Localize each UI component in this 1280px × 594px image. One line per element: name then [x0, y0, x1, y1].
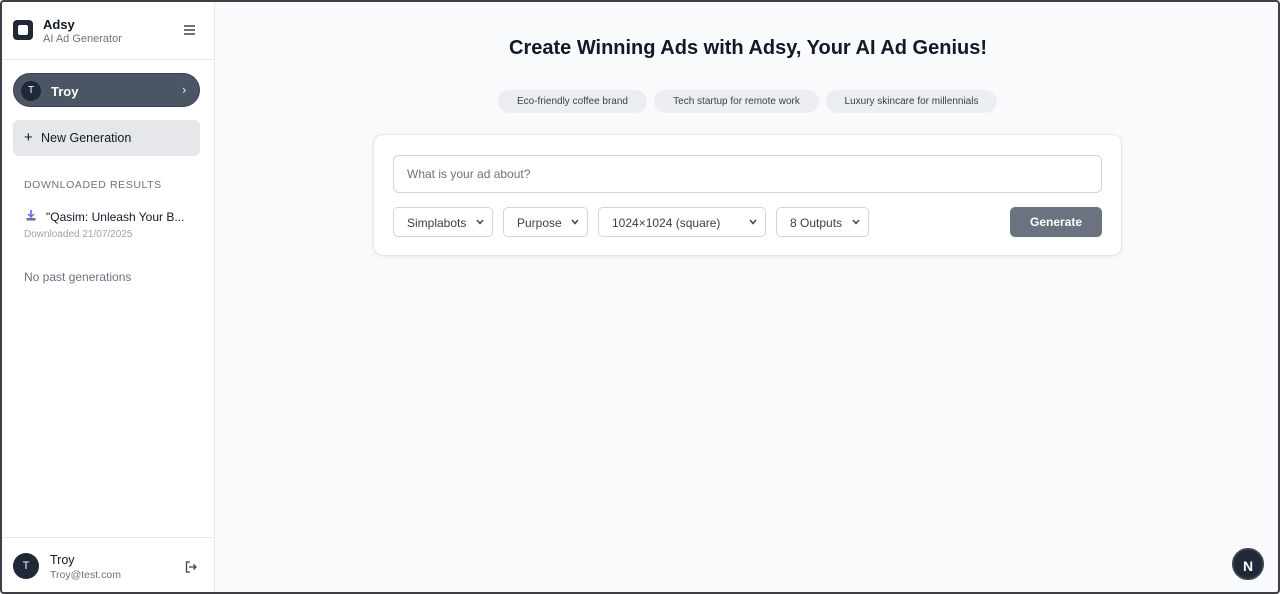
- page-title: Create Winning Ads with Adsy, Your AI Ad…: [216, 37, 1278, 60]
- generator-card: Simplabots Purpose 1024×1024 (square) 8 …: [373, 134, 1122, 256]
- avatar: T: [21, 81, 41, 101]
- chevron-down-icon: [571, 219, 579, 225]
- title-prefix: Create Winning Ads with: [509, 37, 749, 59]
- title-suffix: , Your AI Ad Genius!: [795, 37, 987, 59]
- footer-avatar: T: [13, 553, 39, 579]
- chevron-right-icon: ›: [182, 82, 187, 97]
- downloaded-result-date: Downloaded 21/07/2025: [24, 229, 133, 240]
- generate-button[interactable]: Generate: [1010, 207, 1102, 237]
- chevron-down-icon: [749, 219, 757, 225]
- brand-name: Adsy: [43, 17, 75, 32]
- no-past-generations-text: No past generations: [24, 270, 132, 284]
- chevron-down-icon: [476, 219, 484, 225]
- downloaded-results-heading: DOWNLOADED RESULTS: [24, 179, 162, 191]
- logout-icon[interactable]: [184, 560, 198, 574]
- brand-select-value: Simplabots: [407, 216, 467, 230]
- hamburger-menu-icon[interactable]: [183, 23, 197, 37]
- new-generation-label: New Generation: [41, 131, 132, 145]
- ad-prompt-input[interactable]: [393, 155, 1102, 193]
- nextjs-dev-badge[interactable]: N: [1232, 548, 1264, 580]
- plus-icon: +: [24, 129, 33, 146]
- downloaded-result-item[interactable]: "Qasim: Unleash Your B... Downloaded 21/…: [24, 208, 199, 244]
- sidebar-footer: T Troy Troy@test.com: [2, 537, 214, 592]
- user-name: Troy: [51, 84, 79, 99]
- suggestion-chip[interactable]: Tech startup for remote work: [654, 90, 819, 113]
- chevron-down-icon: [852, 219, 860, 225]
- footer-user-email: Troy@test.com: [50, 569, 121, 581]
- purpose-select[interactable]: Purpose: [503, 207, 588, 237]
- downloaded-result-title: "Qasim: Unleash Your B...: [46, 210, 185, 224]
- user-profile-button[interactable]: T Troy ›: [13, 73, 200, 107]
- title-brand: Adsy: [748, 37, 796, 59]
- brand-subtitle: AI Ad Generator: [43, 33, 122, 45]
- outputs-select-value: 8 Outputs: [790, 216, 843, 230]
- app-logo-icon: [13, 20, 33, 40]
- size-select[interactable]: 1024×1024 (square): [598, 207, 766, 237]
- outputs-select[interactable]: 8 Outputs: [776, 207, 869, 237]
- sidebar: Adsy AI Ad Generator T Troy › + New Gene…: [2, 2, 215, 592]
- purpose-select-value: Purpose: [517, 216, 562, 230]
- app-window: Adsy AI Ad Generator T Troy › + New Gene…: [0, 0, 1280, 594]
- new-generation-button[interactable]: + New Generation: [13, 120, 200, 156]
- suggestion-chip[interactable]: Eco-friendly coffee brand: [498, 90, 647, 113]
- brand-header: Adsy AI Ad Generator: [2, 2, 214, 60]
- size-select-value: 1024×1024 (square): [612, 216, 721, 230]
- footer-user-name: Troy: [50, 553, 75, 567]
- brand-select[interactable]: Simplabots: [393, 207, 493, 237]
- suggestion-chip[interactable]: Luxury skincare for millennials: [826, 90, 997, 113]
- download-icon: [26, 210, 36, 221]
